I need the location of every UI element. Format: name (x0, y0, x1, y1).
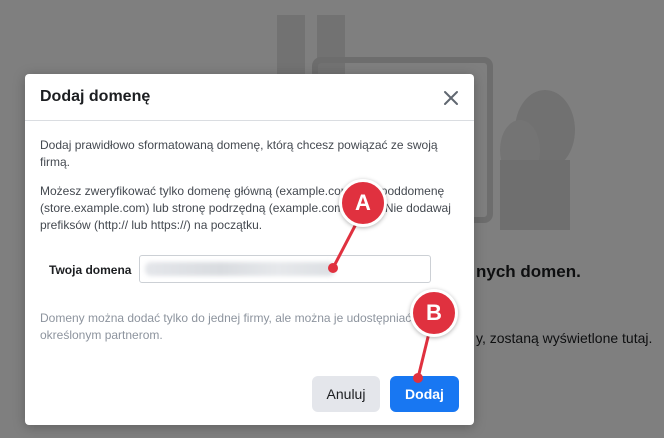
info-text: Możesz zweryfikować tylko domenę główną … (40, 184, 451, 232)
cancel-button[interactable]: Anuluj (312, 376, 380, 412)
add-button[interactable]: Dodaj (390, 376, 459, 412)
close-icon (444, 91, 458, 105)
dialog-title: Dodaj domenę (40, 88, 151, 105)
marker-b: B (410, 289, 458, 337)
header-divider (25, 120, 474, 121)
redacted-domain-value (145, 262, 335, 276)
add-domain-dialog: Dodaj domenę Dodaj prawidłowo sformatowa… (25, 74, 474, 425)
close-button[interactable] (441, 88, 461, 108)
note-text: Domeny można dodać tylko do jednej firmy… (40, 311, 412, 342)
marker-a: A (339, 179, 387, 227)
domain-field-label: Twoja domena (49, 263, 132, 277)
intro-text: Dodaj prawidłowo sformatowaną domenę, kt… (40, 138, 438, 169)
